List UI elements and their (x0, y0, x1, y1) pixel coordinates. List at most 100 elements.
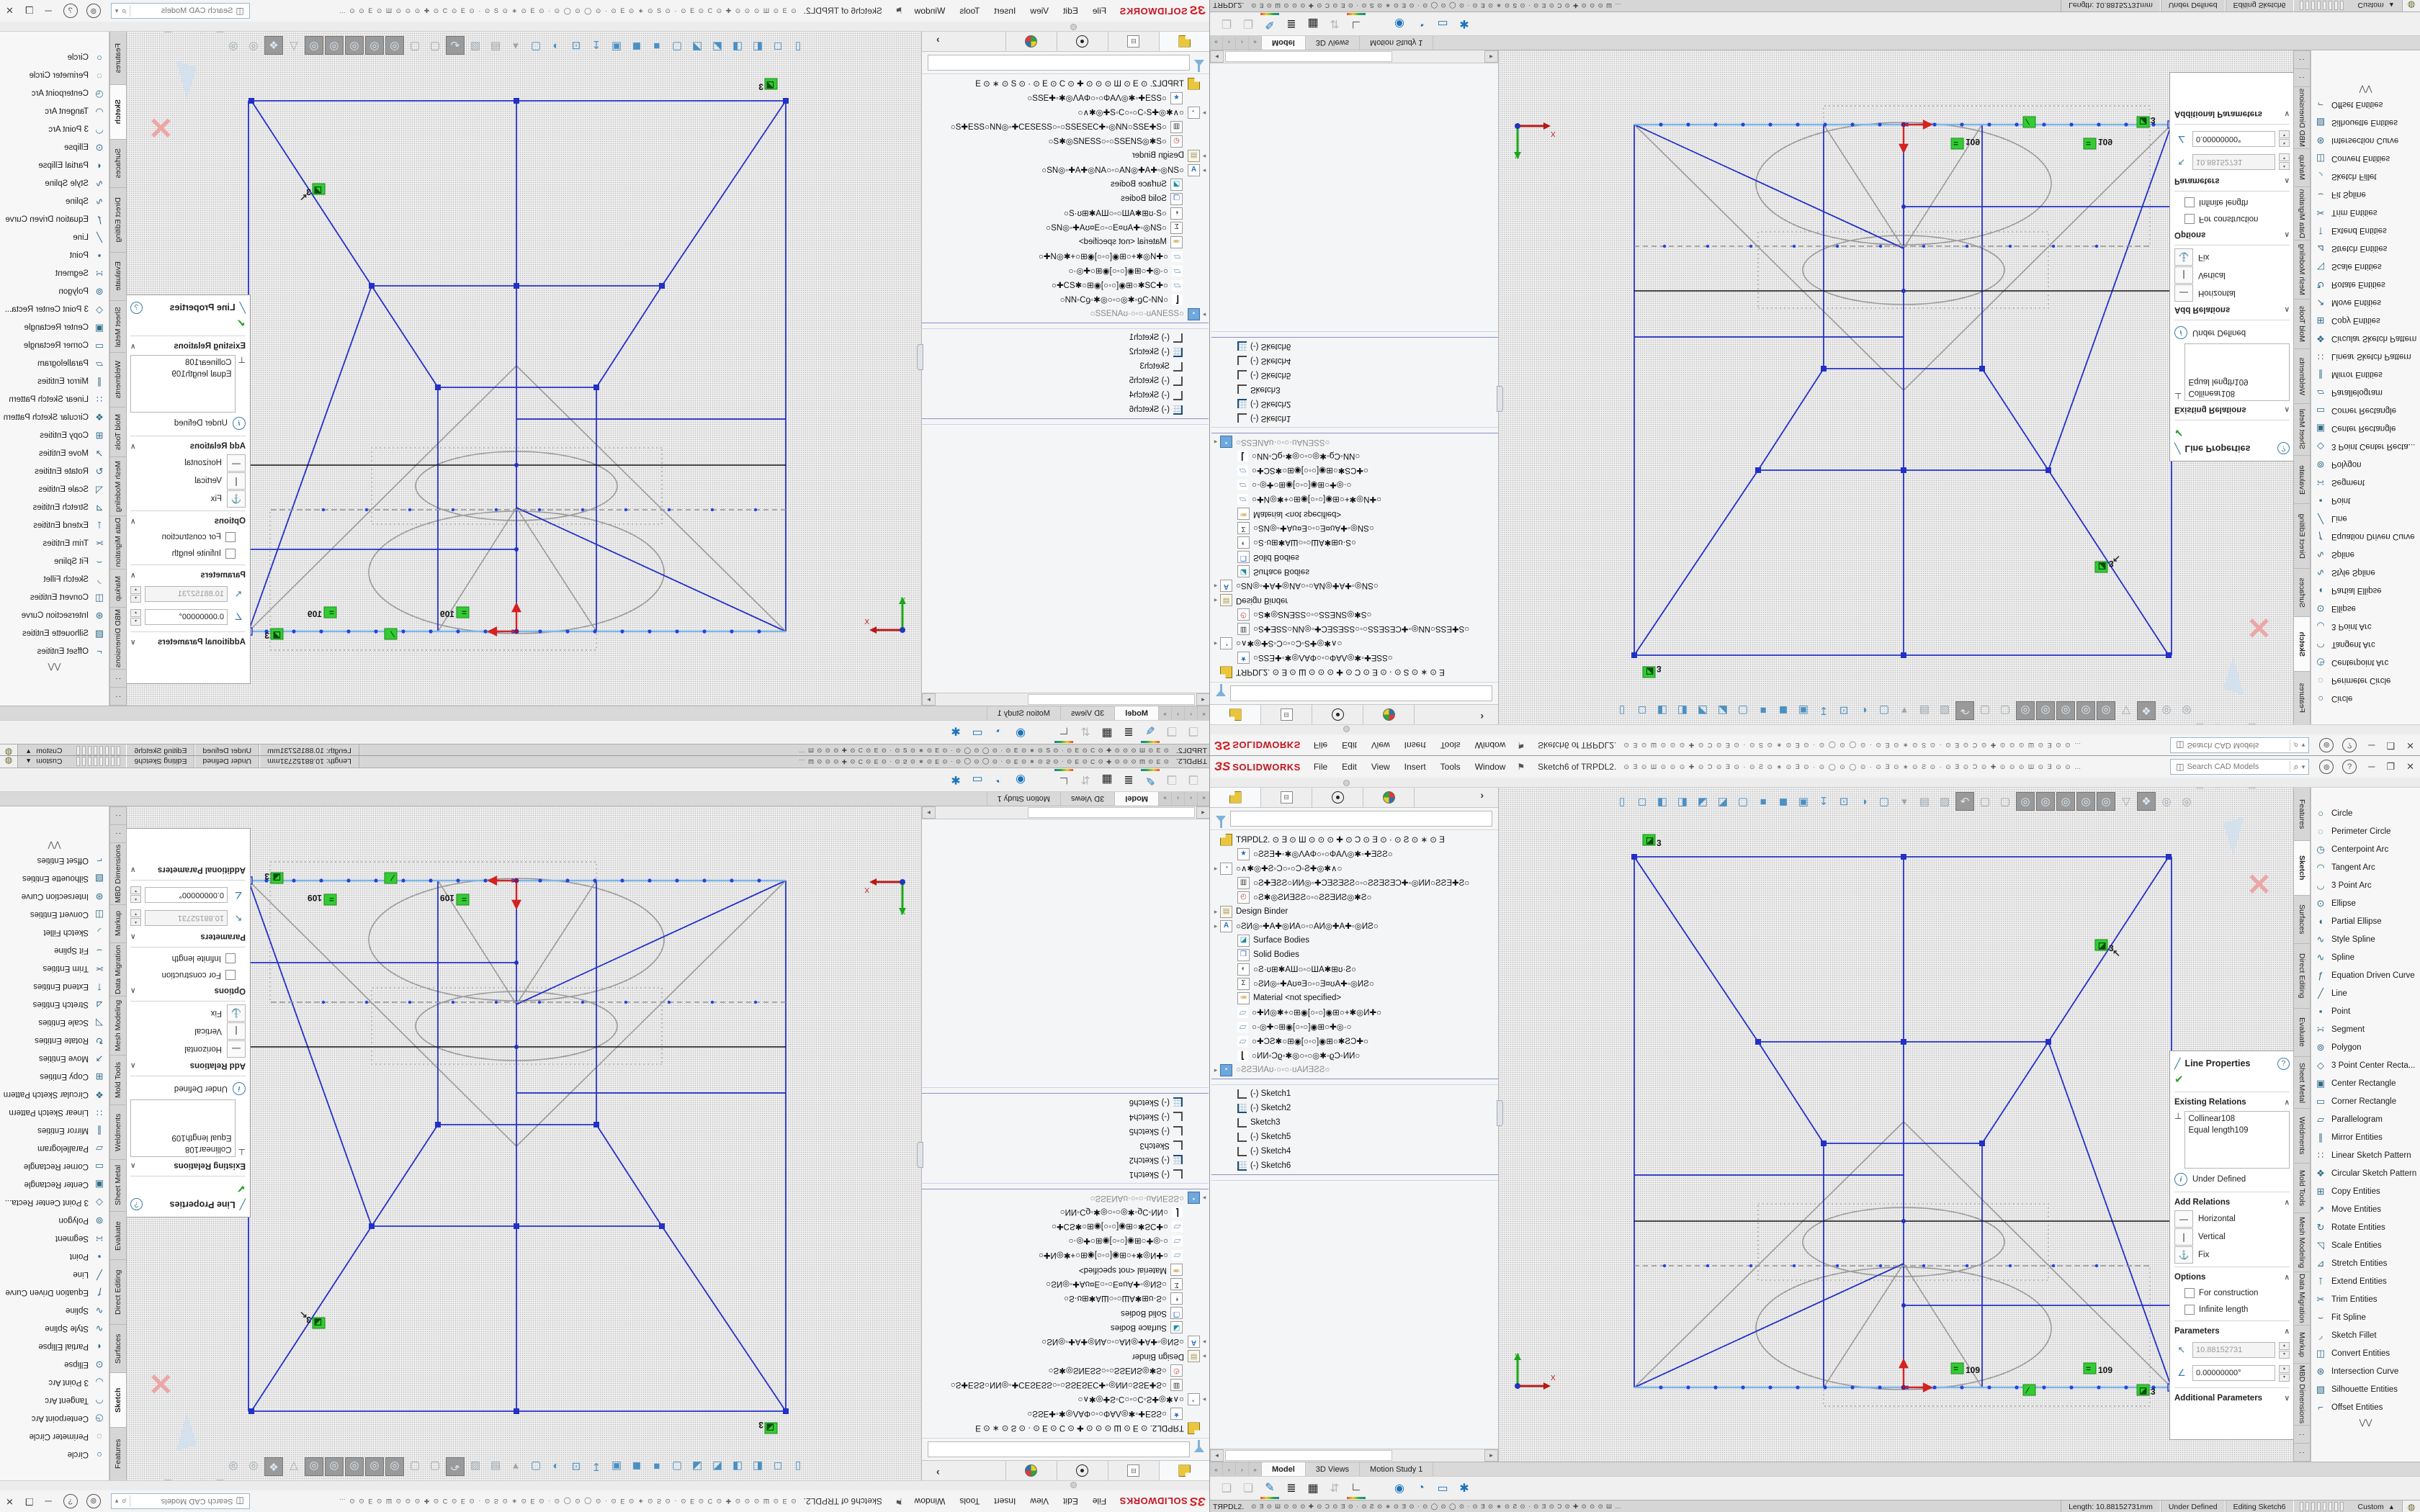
tree-row[interactable]: ▸ ○Ƨ✱◎ƧИƎƧƧ○◦○ƧƧƎИƧ◎✱Ƨ○ (922, 1364, 1209, 1378)
view-cube-5[interactable]: ◪ (1713, 792, 1732, 811)
graphics-area[interactable]: ▯◻◧◨◩◪▢■◼▣↧⊡◑▢▾▤▨↶▢▢◎◎◎◎◎▽❖◎◎ ❐▭─❐✕ (126, 806, 921, 1490)
tree-row[interactable]: ▸ (1211, 331, 1498, 338)
view-cube-3[interactable]: ◨ (1673, 792, 1692, 811)
panel-help-icon[interactable]: ? (2277, 443, 2290, 455)
menu-item[interactable]: View (1366, 738, 1396, 752)
units-dropdown[interactable]: Custom▴ (2349, 1, 2402, 10)
document-tab[interactable]: Model (1262, 35, 1306, 50)
sketch-fillet-tool[interactable]: ◞ Sketch Fillet (0, 570, 109, 588)
globe-icon[interactable]: ◍ (2402, 1500, 2420, 1512)
relations-listbox[interactable]: Collinear108Equal length109 (2184, 343, 2290, 401)
three-point-arc-tool[interactable]: ◡ 3 Point Arc (2311, 618, 2420, 636)
ellipse-tool[interactable]: ⊙ Ellipse (0, 1356, 109, 1374)
tree-row[interactable]: ▸ ○ƧƧƎ✚◦✱◎ΛAΦ○◦○ΦAΛ◎✱◦✚ƎƧƧ○ (1211, 651, 1498, 665)
view-cube-3[interactable]: ◨ (728, 1457, 747, 1476)
close-button[interactable]: ✕ (6, 1495, 14, 1507)
tree-row[interactable]: ▸ Material <not specified> (922, 235, 1209, 249)
tree-row[interactable]: ▸ Design Binder (1211, 593, 1498, 608)
tree-row[interactable]: ▸ ○✚И◎✱+○⊞◉[○◦○]◉⊞○+✱◎И✚○ (922, 1248, 1209, 1263)
length-spinner[interactable]: ▴▾ (130, 910, 141, 927)
history-button[interactable]: ◔ (990, 723, 1008, 742)
ink-pages-icon[interactable]: ❏ (1217, 14, 1236, 33)
glass-cube[interactable]: ▢ (526, 1457, 545, 1476)
tree-row[interactable]: ▸ ○✚И◎✱+○⊞◉[○◦○]◉⊞○+✱◎И✚○ (1211, 1005, 1498, 1020)
point-tool[interactable]: ▪ Point (2311, 492, 2420, 510)
rotate-entities-tool[interactable]: ↻ Rotate Entities (0, 1032, 109, 1050)
tree-row[interactable]: ▸ (-) Sketch5 (922, 374, 1209, 388)
displaymanager-tab[interactable] (1005, 31, 1057, 51)
expand-arrow-icon[interactable]: ▸ (1211, 1066, 1220, 1074)
tree-row[interactable]: ▸ ○·◎✚○⊞◉[○◦○]◉⊞○✚◎·○ (922, 264, 1209, 278)
document-tab[interactable]: 3D Views (1060, 706, 1114, 721)
view-cube-2[interactable]: ◧ (748, 36, 767, 55)
scroll-right-button[interactable]: ▸ (922, 693, 936, 706)
ink-settings-button[interactable]: ✱ (946, 723, 965, 742)
menu-item[interactable]: Tools (954, 4, 985, 18)
circular-sketch-pattern-tool[interactable]: ❖ Circular Sketch Pattern (2311, 330, 2420, 348)
tree-row[interactable]: ▸ (-) Sketch6 (1211, 339, 1498, 354)
tree-row[interactable]: ▸ Design Binder (922, 1349, 1209, 1364)
ink-dot-grid-button[interactable]: ▦ (1098, 723, 1116, 742)
angle-spinner[interactable]: ▴▾ (2279, 131, 2290, 148)
segment-tool[interactable]: ∺ Segment (2311, 474, 2420, 492)
view-cube-shaded-edges[interactable]: ◻ (768, 36, 787, 55)
tab-nav-button[interactable]: ‹ (1223, 1462, 1236, 1477)
polygon-tool[interactable]: ⊚ Polygon (2311, 456, 2420, 474)
stretch-entities-tool[interactable]: ⊿ Stretch Entities (2311, 240, 2420, 258)
intersection-curve-tool[interactable]: ⊛ Intersection Curve (2311, 1362, 2420, 1380)
document-tab[interactable]: Motion Study 1 (987, 706, 1060, 721)
separator[interactable] (1368, 1479, 1387, 1498)
view-setting-2[interactable]: ◎ (224, 1457, 243, 1476)
commandmanager-tab[interactable]: Sketch (110, 85, 126, 140)
menu-item[interactable]: Tools (954, 1494, 985, 1508)
tree-row[interactable]: ▸ (1211, 427, 1498, 433)
menu-item[interactable]: File (1087, 1494, 1112, 1508)
commandmanager-tab[interactable]: : (2294, 1444, 2310, 1462)
ink-thickness-button[interactable]: ≣ (1119, 723, 1138, 742)
tree-row[interactable]: ▸ ○✚И◎✱+○⊞◉[○◦○]◉⊞○+✱◎И✚○ (922, 249, 1209, 264)
view-cube-6[interactable]: ▢ (668, 36, 686, 55)
tree-filter-input[interactable] (928, 55, 1190, 71)
spline-tool[interactable]: ∿ Spline (0, 1302, 109, 1320)
scroll-left-button[interactable]: ◂ (1196, 693, 1210, 706)
view-cube-8[interactable]: ◼ (627, 1457, 646, 1476)
ink-replay-icon[interactable]: ⇵ (1076, 723, 1095, 742)
tree-row[interactable]: ▸ ○ƧИ◎◦✚A✚◎ИA○◦○AИ◎✚A✚◦◎ИƧ○ (1211, 919, 1498, 933)
view-cube-3[interactable]: ◨ (728, 36, 747, 55)
commandmanager-tab[interactable]: Mesh Modeling (110, 457, 126, 516)
history-button[interactable]: ◔ (990, 770, 1008, 789)
section-view[interactable]: ◑ (547, 36, 565, 55)
center-rectangle-tool[interactable]: ▣ Center Rectangle (0, 318, 109, 336)
ink-pen-button[interactable]: ✎ (1260, 14, 1279, 35)
glass-cube[interactable]: ▢ (526, 36, 545, 55)
document-tab[interactable]: 3D Views (1306, 1462, 1360, 1477)
tab-nav-button[interactable]: » (1249, 1462, 1262, 1477)
extend-entities-tool[interactable]: ⊺ Extend Entities (2311, 222, 2420, 240)
mirror-entities-tool[interactable]: ∥ Mirror Entities (0, 1122, 109, 1140)
hide-show-2[interactable]: ◎ (2036, 701, 2055, 720)
offset-entities-tool[interactable]: ⌐ Offset Entities (2311, 1398, 2420, 1416)
circular-sketch-pattern-tool[interactable]: ❖ Circular Sketch Pattern (0, 408, 109, 426)
close-button[interactable]: ✕ (6, 5, 14, 17)
save-view[interactable]: ▤ (486, 36, 505, 55)
commandmanager-tab[interactable]: Markup (2294, 1326, 2310, 1364)
save-view[interactable]: ▤ (486, 1457, 505, 1476)
tangent-arc-tool[interactable]: ◠ Tangent Arc (0, 1392, 109, 1410)
hide-show-3[interactable]: ◎ (345, 1457, 364, 1476)
relation-button[interactable]: — (227, 1041, 246, 1058)
filter-display[interactable]: ▽ (284, 1457, 303, 1476)
filter-display[interactable]: ▽ (2117, 701, 2136, 720)
filter-display[interactable]: ▽ (2117, 792, 2136, 811)
separator[interactable] (1033, 770, 1052, 789)
menu-item[interactable]: View (1024, 4, 1054, 18)
configurationmanager-tab[interactable] (1312, 787, 1363, 807)
relation-button[interactable]: — (2174, 285, 2193, 302)
view-cube-9[interactable]: ▣ (1794, 701, 1813, 720)
search-dropdown-icon[interactable]: ▾ (114, 7, 119, 15)
additional-parameters-header[interactable]: Additional Parameters∨ (130, 635, 246, 649)
tree-row[interactable]: ▸ (1211, 1174, 1498, 1181)
stretch-entities-tool[interactable]: ⊿ Stretch Entities (2311, 1254, 2420, 1272)
offset-entities-tool[interactable]: ⌐ Offset Entities (0, 852, 109, 870)
play-document[interactable]: ▯ (789, 36, 807, 55)
help-icon[interactable]: ? (2342, 738, 2357, 752)
